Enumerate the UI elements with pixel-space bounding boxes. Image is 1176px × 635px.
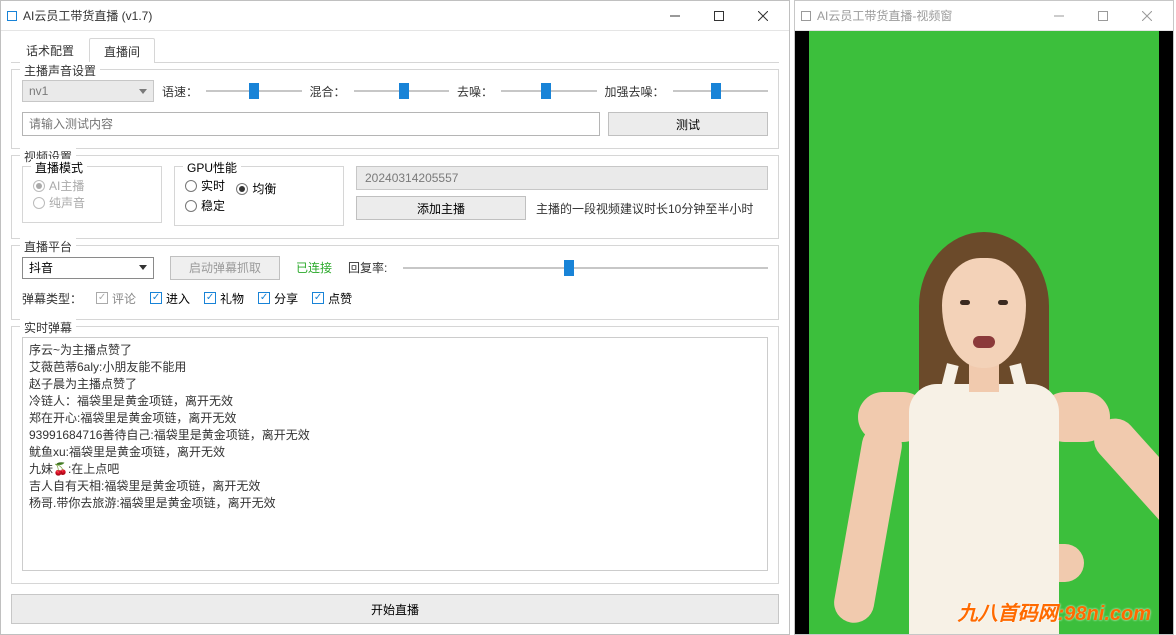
radio-gpu-balance[interactable]: 均衡 — [236, 180, 276, 197]
danmu-line: 艾薇芭蒂6aly:小朋友能不能用 — [29, 359, 761, 376]
close-button[interactable] — [1125, 2, 1169, 30]
speed-label: 语速： — [162, 83, 198, 100]
checkbox-like[interactable]: 点赞 — [312, 290, 352, 307]
denoise-slider[interactable] — [501, 81, 596, 101]
platform-legend: 直播平台 — [20, 238, 76, 255]
connection-status: 已连接 — [296, 259, 332, 276]
add-anchor-button[interactable]: 添加主播 — [356, 196, 526, 220]
live-mode-legend: 直播模式 — [31, 159, 87, 176]
ai-anchor-avatar — [844, 214, 1124, 634]
reply-rate-label: 回复率: — [348, 259, 387, 276]
danmu-line: 鱿鱼xu:福袋里是黄金项链，离开无效 — [29, 444, 761, 461]
speed-slider[interactable] — [206, 81, 301, 101]
voice-select[interactable]: nv1 — [22, 80, 154, 102]
danmu-line: 杨哥.带你去旅游:福袋里是黄金项链，离开无效 — [29, 495, 761, 512]
reply-rate-slider[interactable] — [403, 258, 768, 278]
tab-script-config[interactable]: 话术配置 — [11, 37, 89, 62]
main-window: AI云员工带货直播 (v1.7) 话术配置 直播间 主播声音设置 nv1 语速：… — [0, 0, 790, 635]
video-window: AI云员工带货直播-视频窗 九八首码网:98ni.com — [794, 0, 1174, 635]
radio-gpu-stable[interactable]: 稳定 — [185, 197, 225, 214]
enhance-denoise-slider[interactable] — [673, 81, 768, 101]
green-screen: 九八首码网:98ni.com — [809, 31, 1159, 634]
realtime-danmu-legend: 实时弹幕 — [20, 319, 76, 336]
main-window-title: AI云员工带货直播 (v1.7) — [23, 7, 653, 24]
live-mode-subgroup: 直播模式 AI主播 纯声音 — [22, 166, 162, 223]
gpu-perf-legend: GPU性能 — [183, 159, 241, 176]
danmu-list[interactable]: 序云~为主播点赞了艾薇芭蒂6aly:小朋友能不能用赵子晨为主播点赞了冷链人：福袋… — [22, 337, 768, 572]
danmu-line: 序云~为主播点赞了 — [29, 342, 761, 359]
checkbox-gift[interactable]: 礼物 — [204, 290, 244, 307]
app-icon — [801, 11, 811, 21]
danmu-line: 冷链人：福袋里是黄金项链，离开无效 — [29, 393, 761, 410]
radio-ai-anchor[interactable]: AI主播 — [33, 177, 84, 194]
radio-gpu-realtime[interactable]: 实时 — [185, 177, 225, 194]
mix-slider[interactable] — [354, 81, 449, 101]
voice-settings-group: 主播声音设置 nv1 语速： 混合： 去噪： 加强去噪： 测试 — [11, 69, 779, 149]
danmu-line: 吉人自有天相:福袋里是黄金项链，离开无效 — [29, 478, 761, 495]
tab-live-room[interactable]: 直播间 — [89, 38, 155, 63]
maximize-button[interactable] — [1081, 2, 1125, 30]
realtime-danmu-group: 实时弹幕 序云~为主播点赞了艾薇芭蒂6aly:小朋友能不能用赵子晨为主播点赞了冷… — [11, 326, 779, 585]
platform-select[interactable]: 抖音 — [22, 257, 154, 279]
video-advice-text: 主播的一段视频建议时长10分钟至半小时 — [536, 200, 753, 217]
voice-settings-legend: 主播声音设置 — [20, 62, 100, 79]
platform-select-value: 抖音 — [29, 259, 53, 276]
checkbox-comment[interactable]: 评论 — [96, 290, 136, 307]
close-button[interactable] — [741, 2, 785, 30]
danmu-line: 93991684716善待自己:福袋里是黄金项链，离开无效 — [29, 427, 761, 444]
chevron-down-icon — [139, 265, 147, 270]
mix-label: 混合： — [310, 83, 346, 100]
danmu-type-label: 弹幕类型： — [22, 290, 82, 307]
danmu-line: 郑在开心:福袋里是黄金项链，离开无效 — [29, 410, 761, 427]
denoise-label: 去噪： — [457, 83, 493, 100]
start-live-button[interactable]: 开始直播 — [11, 594, 779, 624]
main-title-bar: AI云员工带货直播 (v1.7) — [1, 1, 789, 31]
gpu-perf-subgroup: GPU性能 实时 均衡 稳定 — [174, 166, 344, 226]
start-capture-button[interactable]: 启动弹幕抓取 — [170, 256, 280, 280]
test-text-input[interactable] — [22, 112, 600, 136]
video-settings-group: 视频设置 直播模式 AI主播 纯声音 GPU性能 实时 均衡 稳定 202403… — [11, 155, 779, 239]
chevron-down-icon — [139, 89, 147, 94]
platform-group: 直播平台 抖音 启动弹幕抓取 已连接 回复率: 弹幕类型： 评论 进入 礼物 分… — [11, 245, 779, 320]
preset-select-value: 20240314205557 — [365, 171, 458, 185]
checkbox-share[interactable]: 分享 — [258, 290, 298, 307]
video-window-title: AI云员工带货直播-视频窗 — [817, 7, 1037, 24]
test-button[interactable]: 测试 — [608, 112, 768, 136]
danmu-line: 九妹🍒:在上点吧 — [29, 461, 761, 478]
maximize-button[interactable] — [697, 2, 741, 30]
minimize-button[interactable] — [1037, 2, 1081, 30]
danmu-line: 赵子晨为主播点赞了 — [29, 376, 761, 393]
radio-pure-voice[interactable]: 纯声音 — [33, 194, 85, 211]
checkbox-enter[interactable]: 进入 — [150, 290, 190, 307]
video-area: 九八首码网:98ni.com — [795, 31, 1173, 634]
video-title-bar: AI云员工带货直播-视频窗 — [795, 1, 1173, 31]
tab-bar: 话术配置 直播间 — [11, 37, 779, 63]
preset-select[interactable]: 20240314205557 — [356, 166, 768, 190]
enhance-denoise-label: 加强去噪： — [605, 83, 665, 100]
watermark-text: 九八首码网:98ni.com — [958, 597, 1151, 626]
app-icon — [7, 11, 17, 21]
minimize-button[interactable] — [653, 2, 697, 30]
voice-select-value: nv1 — [29, 84, 48, 98]
